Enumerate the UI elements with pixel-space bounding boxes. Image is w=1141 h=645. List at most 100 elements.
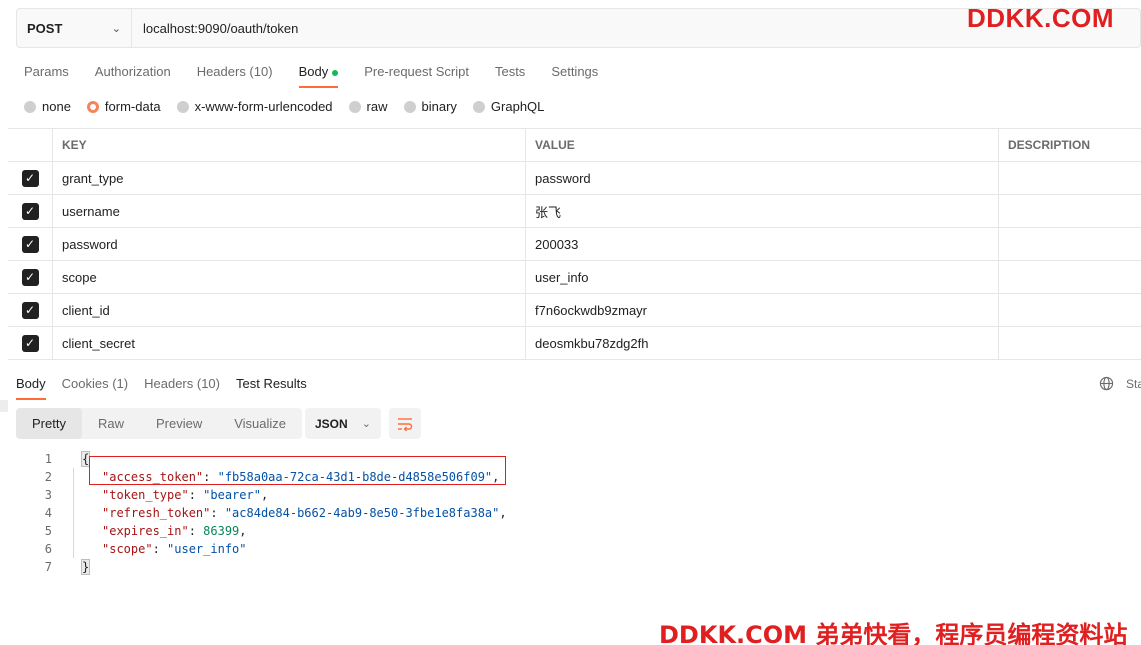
code-line: 7 } [16,558,507,576]
tab-params[interactable]: Params [24,60,69,88]
radio-label: binary [421,99,457,114]
description-cell[interactable] [999,195,1141,227]
radio-off-icon [472,100,485,113]
header-value: VALUE [526,129,999,161]
table-row: ✓ client_secret deosmkbu78zdg2fh [8,327,1141,360]
chevron-down-icon: ⌄ [361,418,371,430]
form-data-table: KEY VALUE DESCRIPTION ✓ grant_type passw… [8,128,1141,360]
request-tabs: Params Authorization Headers (10) Body P… [24,60,624,88]
value-cell[interactable]: user_info [526,261,999,293]
json-value: "user_info" [167,542,247,556]
radio-form-data[interactable]: form-data [86,99,161,114]
format-select[interactable]: JSON ⌄ [305,408,381,439]
view-raw[interactable]: Raw [82,408,140,439]
view-pretty[interactable]: Pretty [16,408,82,439]
checkbox-checked-icon[interactable]: ✓ [21,235,39,253]
value-cell[interactable]: f7n6ockwdb9zmayr [526,294,999,326]
description-cell[interactable] [999,228,1141,260]
radio-none[interactable]: none [24,99,71,114]
response-tab-headers[interactable]: Headers (10) [144,373,220,400]
check-cell: ✓ [8,294,53,326]
value-cell[interactable]: 200033 [526,228,999,260]
key-cell[interactable]: password [53,228,526,260]
table-row: ✓ client_id f7n6ockwdb9zmayr [8,294,1141,327]
value-cell[interactable]: deosmkbu78zdg2fh [526,327,999,359]
checkbox-checked-icon[interactable]: ✓ [21,301,39,319]
key-cell[interactable]: client_secret [53,327,526,359]
json-field: "token_type": "bearer", [102,488,269,502]
chevron-down-icon: ⌄ [111,22,121,35]
response-tab-cookies[interactable]: Cookies (1) [62,373,128,400]
view-mode-toggle: Pretty Raw Preview Visualize [16,408,303,439]
json-field: "scope": "user_info" [102,542,247,556]
status-label: Sta [1126,377,1141,391]
checkbox-checked-icon[interactable]: ✓ [21,202,39,220]
tab-headers[interactable]: Headers (10) [197,60,273,88]
description-cell[interactable] [999,294,1141,326]
key-cell[interactable]: scope [53,261,526,293]
radio-off-icon [176,100,189,113]
tab-body[interactable]: Body [298,60,339,88]
table-row: ✓ username 张飞 [8,195,1141,228]
table-row: ✓ scope user_info [8,261,1141,294]
header-description: DESCRIPTION [1008,138,1091,152]
view-visualize[interactable]: Visualize [218,408,302,439]
checkbox-checked-icon[interactable]: ✓ [21,169,39,187]
method-label: POST [27,20,63,36]
line-number: 5 [44,524,52,538]
checkbox-checked-icon[interactable]: ✓ [21,268,39,286]
radio-raw[interactable]: raw [348,99,388,114]
radio-graphql[interactable]: GraphQL [472,99,545,114]
view-preview[interactable]: Preview [140,408,218,439]
json-field: "expires_in": 86399, [102,524,247,538]
line-number: 3 [44,488,52,502]
value-cell[interactable]: password [526,162,999,194]
tab-tests[interactable]: Tests [495,60,525,88]
url-input[interactable]: localhost:9090/oauth/token [132,21,298,36]
watermark-top: DDKK.COM [967,3,1114,33]
json-key: "scope" [102,542,153,556]
description-cell[interactable] [999,162,1141,194]
json-value: "ac84de84-b662-4ab9-8e50-3fbe1e8fa38a" [224,506,500,520]
key-cell[interactable]: grant_type [53,162,526,194]
tab-authorization[interactable]: Authorization [95,60,171,88]
method-select[interactable]: POST ⌄ [17,9,132,47]
response-tabs: Body Cookies (1) Headers (10) Test Resul… [16,373,323,400]
tab-pre-request-script[interactable]: Pre-request Script [364,60,469,88]
json-key: "refresh_token" [102,506,211,520]
line-number: 1 [44,452,52,466]
annotation-highlight-box [89,456,506,485]
line-number: 4 [44,506,52,520]
radio-urlencoded[interactable]: x-www-form-urlencoded [176,99,333,114]
check-cell: ✓ [8,261,53,293]
radio-binary[interactable]: binary [403,99,457,114]
modified-dot-icon [332,69,339,76]
checkbox-checked-icon[interactable]: ✓ [21,334,39,352]
tab-settings[interactable]: Settings [551,60,598,88]
radio-label: GraphQL [490,99,545,114]
globe-icon[interactable] [1099,376,1114,391]
body-type-radios: none form-data x-www-form-urlencoded raw… [24,99,560,114]
wrap-lines-icon [398,417,413,431]
radio-label: form-data [104,99,161,114]
description-cell[interactable] [999,261,1141,293]
header-check-cell [8,129,53,161]
value-cell[interactable]: 张飞 [526,195,999,227]
format-label: JSON [315,416,348,431]
radio-label: x-www-form-urlencoded [194,99,333,114]
wrap-lines-button[interactable] [389,408,421,439]
check-cell: ✓ [8,162,53,194]
json-key: "expires_in" [102,524,189,538]
tab-body-label: Body [298,64,329,79]
key-cell[interactable]: client_id [53,294,526,326]
code-line: 4 "refresh_token": "ac84de84-b662-4ab9-8… [16,504,507,522]
check-cell: ✓ [8,195,53,227]
json-value: 86399 [203,524,240,538]
json-key: "token_type" [102,488,189,502]
description-cell[interactable] [999,327,1141,359]
radio-off-icon [24,100,36,113]
response-tab-test-results[interactable]: Test Results [236,373,307,400]
response-tab-body[interactable]: Body [16,373,46,400]
key-cell[interactable]: username [53,195,526,227]
check-cell: ✓ [8,228,53,260]
